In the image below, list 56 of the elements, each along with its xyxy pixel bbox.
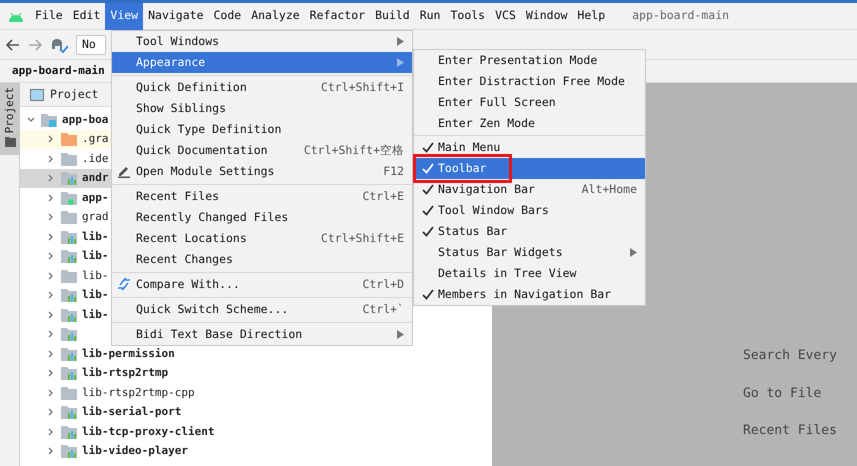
window-title: app-board-main xyxy=(632,7,730,24)
shortcut-label: Ctrl+` xyxy=(362,300,404,318)
shortcut-label: Ctrl+Shift+E xyxy=(320,230,404,247)
menu-item-label: Enter Zen Mode xyxy=(438,114,535,132)
tree-label: lib-video-player xyxy=(82,443,188,459)
tree-label: lib-tcp-proxy-client xyxy=(82,424,214,440)
menu-item-label: Enter Distraction Free Mode xyxy=(438,72,625,90)
tree-label: app-boa xyxy=(62,112,108,128)
shortcut-label: Ctrl+D xyxy=(362,276,404,293)
tree-label: lib-permission xyxy=(82,346,175,362)
tree-label: .gra xyxy=(82,131,108,147)
menu-item-label: Tool Window Bars xyxy=(438,202,549,219)
tree-label: grad xyxy=(82,209,108,225)
menu-item-label: Quick Definition xyxy=(136,78,247,96)
editor-hint: Search Every xyxy=(743,347,838,365)
shortcut-label: Alt+Home xyxy=(582,180,637,198)
editor-hint: Go to File xyxy=(743,384,822,402)
menu-item-label: Recently Changed Files xyxy=(136,208,288,226)
menu-item-label: Details in Tree View xyxy=(438,264,576,282)
tree-label: lib- xyxy=(82,306,108,322)
menu-item-label: Quick Switch Scheme... xyxy=(136,300,288,318)
menu-item-label: Main Menu xyxy=(438,138,500,156)
tree-label: .ide xyxy=(82,150,108,166)
menu-item-label: Enter Presentation Mode xyxy=(438,52,598,69)
menu-item-label: Compare With... xyxy=(136,276,240,293)
menu-item-label: Open Module Settings xyxy=(136,162,274,180)
menu-item-label: Recent Locations xyxy=(136,230,247,247)
menu-item-label: Enter Full Screen xyxy=(438,94,556,111)
menu-item-label: Status Bar xyxy=(438,222,508,240)
tree-label: lib-serial-port xyxy=(82,404,182,420)
menu-item-label: Recent Files xyxy=(136,188,220,205)
menu-item-label: Appearance xyxy=(136,54,206,71)
tree-label: lib-rtsp2rtmp-cpp xyxy=(82,384,195,400)
menu-item-label: Status Bar Widgets xyxy=(438,244,563,261)
menu-item-label: Quick Type Definition xyxy=(136,120,282,138)
shortcut-label: Ctrl+E xyxy=(362,188,404,205)
menu-item-label: Members in Navigation Bar xyxy=(438,286,612,303)
editor-hint: Recent Files xyxy=(743,422,838,440)
menu-item-label: Bidi Text Base Direction xyxy=(136,326,302,343)
tree-label: lib-rtsp2rtmp xyxy=(82,365,168,381)
menu-item-label: Show Siblings xyxy=(136,100,226,117)
shortcut-label: Ctrl+Shift+空格 xyxy=(304,142,404,159)
tree-label: andr xyxy=(82,170,108,186)
tree-label: lib- xyxy=(82,228,108,244)
tree-label: lib- xyxy=(82,287,108,303)
tree-label: app- xyxy=(82,190,108,206)
menu-item-label: Quick Documentation xyxy=(136,142,268,159)
menu-item-label: Recent Changes xyxy=(136,250,233,268)
menu-item-label: Navigation Bar xyxy=(438,180,535,198)
shortcut-label: Ctrl+Shift+I xyxy=(320,78,404,96)
menu-item-label: Tool Windows xyxy=(136,32,220,50)
menu-item-label: Toolbar xyxy=(438,160,486,177)
tree-label: lib- xyxy=(82,268,108,284)
tree-label: lib- xyxy=(82,248,108,264)
tab-label: Project xyxy=(2,87,17,134)
shortcut-label: F12 xyxy=(383,162,404,180)
